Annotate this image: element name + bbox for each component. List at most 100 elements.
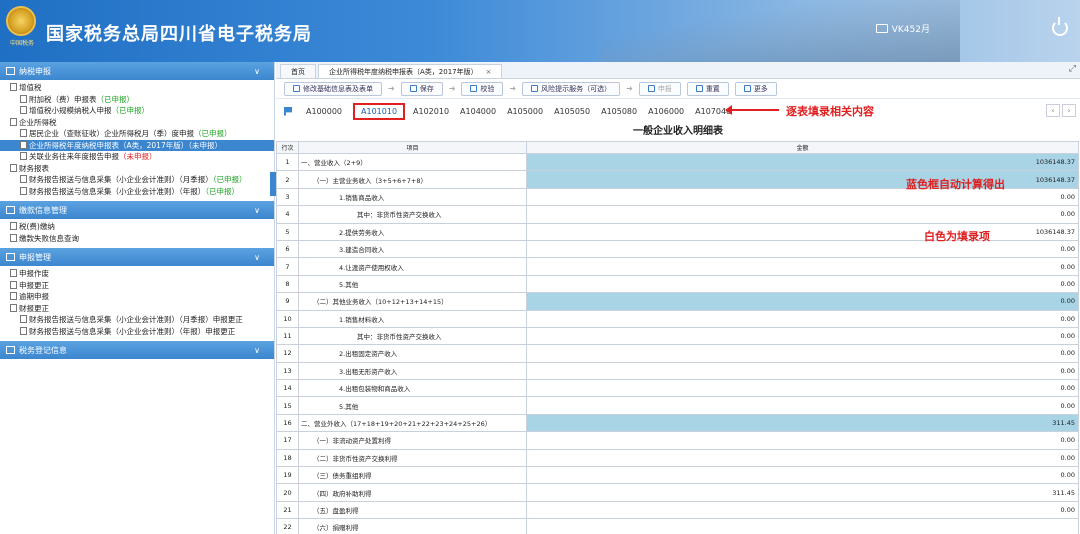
folder-icon [10,163,17,172]
user-area[interactable]: VK452月 [875,22,930,35]
amount-input[interactable]: 0.00 [526,379,1079,398]
form-tab[interactable]: A100000 [306,107,342,116]
amount-input[interactable]: 0.00 [526,396,1079,415]
table-header-row: 行次 项目 金额 [276,141,1079,154]
form-tab[interactable]: A101010 [353,102,406,120]
status-badge: （已申报） [111,106,150,115]
form-tab[interactable]: A105000 [507,107,543,116]
col-amount: 金额 [526,141,1079,154]
amount-calculated: 311.45 [526,413,1079,433]
sidebar-item[interactable]: 财务报告报送与信息采集（小企业会计准则）（月季报）申报更正 [0,314,274,326]
toolbar-button[interactable]: 更多 [734,81,777,96]
amount-input[interactable]: 0.00 [526,431,1079,450]
sidebar-item-label: 缴款失败信息查询 [19,233,79,243]
section-title: 税务登记信息 [19,345,67,355]
sidebar-item[interactable]: 申报作废 [0,268,274,280]
table-row: 20 （四）政府补助利得 311.45 [276,483,1079,502]
sidebar-item[interactable]: 申报更正 [0,280,274,292]
amount-input[interactable]: 0.00 [526,205,1079,224]
table-row: 22 （六）捐赠利得 [276,518,1079,534]
form-tab-nav: ‹ › [1046,104,1076,117]
sidebar-item[interactable]: 财务报告报送与信息采集（小企业会计准则）（月季报）（已申报） [0,174,274,186]
prev-arrow-icon[interactable]: ‹ [1046,104,1060,117]
amount-input[interactable]: 311.45 [526,483,1079,502]
chevron-icon[interactable]: ∨ [254,206,260,215]
col-item: 项目 [298,141,527,154]
sidebar-item[interactable]: 财报更正 [0,303,274,315]
sidebar-item[interactable]: 增值税 [0,82,274,94]
amount-input[interactable]: 0.00 [526,466,1079,485]
amount-input[interactable]: 0.00 [526,326,1079,346]
mail-icon[interactable] [875,24,888,33]
sidebar-section-header[interactable]: 申报管理 ∨ [0,248,274,266]
row-number: 22 [276,518,299,534]
amount-input[interactable] [526,518,1079,534]
table-row: 16 二、营业外收入（17+18+19+20+21+22+23+24+25+26）… [276,413,1079,433]
table-row: 18 （二）非货币性资产交换利得 0.00 [276,448,1079,468]
amount-input[interactable]: 0.00 [526,239,1079,259]
chevron-icon[interactable]: ∨ [254,67,260,76]
username[interactable]: VK452月 [892,22,930,35]
tab-annual-return[interactable]: 企业所得税年度纳税申报表（A类，2017年版） × [318,64,503,78]
row-number: 14 [276,379,299,398]
next-arrow-icon[interactable]: › [1062,104,1076,117]
form-tab[interactable]: A104000 [460,107,496,116]
row-number: 20 [276,483,299,502]
section-title: 纳税申报 [19,66,51,76]
chevron-icon[interactable]: ∨ [254,346,260,355]
tab-home[interactable]: 首页 [280,64,316,78]
amount-input[interactable]: 0.00 [526,448,1079,468]
amount-input[interactable]: 0.00 [526,344,1079,363]
sidebar-section-header[interactable]: 纳税申报 ∨ [0,62,274,80]
sidebar-item[interactable]: 税(费)缴纳 [0,221,274,233]
amount-input[interactable]: 1036148.37 [526,222,1079,241]
sidebar-item[interactable]: 逾期申报 [0,291,274,303]
sidebar-item[interactable]: 居民企业（查账征收）企业所得税月（季）度申报（已申报） [0,128,274,140]
sidebar-item[interactable]: 附加税（费）申报表（已申报） [0,94,274,106]
sidebar-item[interactable]: 企业所得税年度纳税申报表（A类，2017年版）（未申报） [0,139,274,151]
close-icon[interactable]: × [486,68,492,76]
file-icon [20,175,27,183]
step-arrow-icon: ➜ [448,84,456,93]
sidebar-item[interactable]: 财务报告报送与信息采集（小企业会计准则）（年报）申报更正 [0,326,274,338]
sidebar-item-label: 居民企业（查账征收）企业所得税月（季）度申报 [29,129,194,138]
sidebar-section-header[interactable]: 缴款信息管理 ∨ [0,201,274,219]
toolbar: 修改基础信息表及表单 ➜ 保存 ➜ 校验 ➜ 风险提示服务（可选） ➜ 申报 重置 更多 [276,79,1080,99]
toolbar-button[interactable]: 风险提示服务（可选） [522,81,621,96]
sidebar-item-label: 企业所得税年度纳税申报表（A类，2017年版） [29,140,189,150]
chevron-icon[interactable]: ∨ [254,253,260,262]
form-tab[interactable]: A105050 [554,107,590,116]
form-tab[interactable]: A105080 [601,107,637,116]
toolbar-button[interactable]: 申报 [638,81,681,96]
amount-input[interactable]: 0.00 [526,361,1079,381]
amount-input[interactable]: 0.00 [526,257,1079,276]
sidebar-item[interactable]: 缴款失败信息查询 [0,233,274,245]
toolbar-button-label: 校验 [480,84,495,93]
logout-power-icon[interactable] [1052,17,1068,36]
toolbar-button[interactable]: 校验 [461,81,504,96]
sidebar-section-header[interactable]: 税务登记信息 ∨ [0,341,274,359]
row-number: 12 [276,344,299,363]
row-label: 3.建造合同收入 [298,239,527,259]
form-tab[interactable]: A102010 [413,107,449,116]
toolbar-button[interactable]: 修改基础信息表及表单 [284,81,382,96]
sidebar-item[interactable]: 关联业务往来年度报告申报（未申报） [0,151,274,163]
toolbar-button[interactable]: 重置 [686,81,729,96]
sidebar-item[interactable]: 财务报告报送与信息采集（小企业会计准则）（年报）（已申报） [0,186,274,198]
sidebar-item[interactable]: 财务报表 [0,163,274,175]
row-number: 16 [276,413,299,433]
sidebar-item[interactable]: 企业所得税 [0,117,274,129]
fullscreen-icon[interactable]: ⤢ [1069,64,1076,74]
row-label: 其中：非货币性资产交换收入 [298,326,527,346]
sidebar-item[interactable]: 增值税小规模纳税人申报（已申报） [0,105,274,117]
reset-icon [695,85,703,92]
form-tab[interactable]: A106000 [648,107,684,116]
amount-calculated: 1036148.37 [526,152,1079,172]
amount-input[interactable]: 0.00 [526,309,1079,328]
row-label: 4.让渡资产使用权收入 [298,257,527,276]
risk-icon [531,85,539,92]
toolbar-button[interactable]: 保存 [400,81,443,96]
row-number: 2 [276,170,299,189]
amount-input[interactable]: 0.00 [526,274,1079,294]
amount-input[interactable]: 0.00 [526,500,1079,520]
